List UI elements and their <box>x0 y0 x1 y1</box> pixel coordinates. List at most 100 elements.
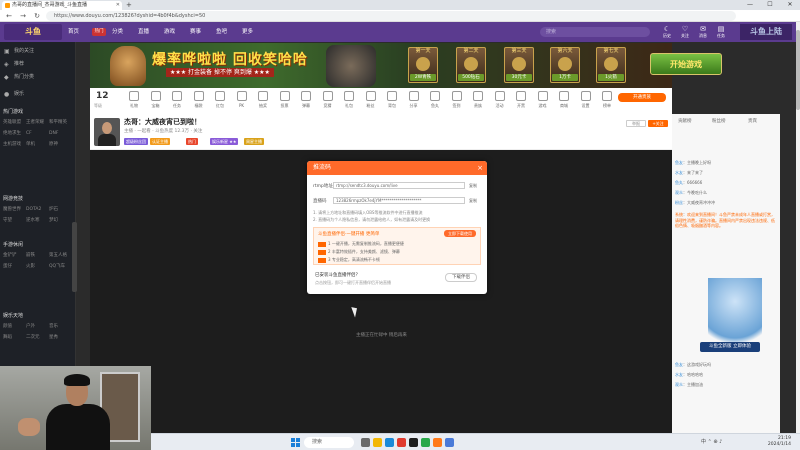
maximize-button[interactable]: ☐ <box>760 0 780 10</box>
toolbar-tool[interactable]: 开黑 <box>511 91 531 113</box>
sidebar-item-hot-category[interactable]: ◆ 热门分类 <box>0 72 76 83</box>
page-scrollbar[interactable] <box>796 22 800 433</box>
sidebar-link[interactable]: 原神 <box>49 140 72 149</box>
toolbar-tool[interactable]: 竞猜 <box>318 91 338 113</box>
new-tab-button[interactable]: + <box>126 0 132 10</box>
badge[interactable]: 认证主播 <box>150 138 170 145</box>
toolbar-tool[interactable]: 宝箱 <box>146 91 166 113</box>
sidebar-link[interactable]: 单机 <box>26 140 49 149</box>
toolbar-tool[interactable]: 签到 <box>447 91 467 113</box>
noble-button[interactable]: 开通贵族 <box>618 93 666 102</box>
sidebar-link[interactable]: 火影 <box>26 262 49 271</box>
toolbar-tool[interactable]: 设置 <box>576 91 596 113</box>
toolbar-tool[interactable]: 投票 <box>275 91 295 113</box>
toolbar-tool[interactable]: 任务 <box>167 91 187 113</box>
follow-button[interactable]: +关注 <box>648 120 668 127</box>
sidebar-link[interactable]: 英雄联盟 <box>3 118 26 127</box>
forward-icon[interactable]: → <box>18 11 28 21</box>
tab-fans[interactable]: 粉丝榜 <box>712 118 726 126</box>
toolbar-tool[interactable]: 礼包 <box>339 91 359 113</box>
sidebar-link[interactable]: QQ飞车 <box>49 262 72 271</box>
sidebar-link[interactable]: 颜值 <box>3 322 26 331</box>
nav-more[interactable]: 更多 <box>242 22 253 42</box>
sidebar-link[interactable]: 舞蹈 <box>3 333 26 342</box>
task-icon[interactable]: ▤ 任务 <box>714 25 728 39</box>
sidebar-link[interactable]: 梦幻 <box>49 216 72 225</box>
chrome-icon[interactable] <box>445 438 454 447</box>
system-tray[interactable]: 中 ⌃ ⊕ ♪ <box>701 438 722 445</box>
download-button[interactable]: 下载伴侣 <box>445 273 477 282</box>
taskbar-clock[interactable]: 21:19 2024/1/14 <box>741 436 791 448</box>
sidebar-link[interactable]: 守望 <box>3 216 26 225</box>
sidebar-link[interactable]: DNF <box>49 129 72 138</box>
nav-esports[interactable]: 赛事 <box>190 22 201 42</box>
nav-yuba[interactable]: 鱼吧 <box>216 22 227 42</box>
sidebar-link[interactable]: 逆水寒 <box>26 216 49 225</box>
obs-icon[interactable] <box>409 438 418 447</box>
sidebar-link[interactable]: 二次元 <box>26 333 49 342</box>
sidebar-link[interactable]: 蛋仔 <box>3 262 26 271</box>
close-icon[interactable]: × <box>477 161 483 175</box>
history-icon[interactable]: ☾ 历史 <box>660 25 674 39</box>
toolbar-tool[interactable]: PK <box>232 91 252 113</box>
minimize-button[interactable]: — <box>740 0 760 10</box>
start-game-button[interactable]: 开始游戏 <box>650 53 722 75</box>
right-logo[interactable]: 斗鱼上陆 <box>740 24 792 40</box>
avatar[interactable] <box>94 118 120 146</box>
sidebar-link[interactable]: DOTA2 <box>26 205 49 214</box>
toolbar-tool[interactable]: 抽奖 <box>253 91 273 113</box>
sidebar-link[interactable]: 崩铁 <box>26 251 49 260</box>
toolbar-tool[interactable]: 游戏 <box>533 91 553 113</box>
ad-banner[interactable]: 爆率哗啦啦 回收笑哈哈 ★★★ 打金装备 掉不停 爽到爆 ★★★ 第一天 2W青铁… <box>90 43 722 88</box>
anime-promo-button[interactable]: 斗鱼全新版 立即体验 <box>700 342 760 352</box>
report-button[interactable]: 举报 <box>626 120 646 127</box>
file-explorer-icon[interactable] <box>373 438 382 447</box>
search-input[interactable]: 搜索 <box>540 27 650 37</box>
sidebar-item-follow[interactable]: ▣ 我的关注 <box>0 46 76 57</box>
close-tab-icon[interactable]: ✕ <box>116 1 120 10</box>
tab-vip[interactable]: 贵宾 <box>748 118 757 126</box>
site-logo[interactable]: 斗鱼 <box>4 24 62 40</box>
toolbar-tool[interactable]: 礼物 <box>124 91 144 113</box>
copy-key-button[interactable]: 复制 <box>469 198 477 204</box>
hot-badge[interactable]: 热门 <box>92 28 106 36</box>
badge[interactable]: 热门 <box>186 138 198 145</box>
badge[interactable]: 超级粉丝团 <box>124 138 148 145</box>
wechat-icon[interactable] <box>421 438 430 447</box>
badge[interactable]: 周星主播 <box>244 138 264 145</box>
sidebar-link[interactable]: 户外 <box>26 322 49 331</box>
nav-home[interactable]: 首页 <box>68 22 79 42</box>
toolbar-tool[interactable]: 分享 <box>404 91 424 113</box>
message-icon[interactable]: ✉ 消息 <box>696 25 710 39</box>
sidebar-link[interactable]: CF <box>26 129 49 138</box>
toolbar-tool[interactable]: 商城 <box>554 91 574 113</box>
toolbar-tool[interactable]: 鱼丸 <box>425 91 445 113</box>
sidebar-link[interactable]: 第五人格 <box>49 251 72 260</box>
follow-icon[interactable]: ♡ 关注 <box>678 25 692 39</box>
sidebar-link[interactable]: 王者荣耀 <box>26 118 49 127</box>
toolbar-tool[interactable]: 背包 <box>382 91 402 113</box>
promo-button[interactable]: 立即下载使用 <box>444 230 476 237</box>
scrollbar-thumb[interactable] <box>796 30 800 110</box>
toolbar-tool[interactable]: 活动 <box>490 91 510 113</box>
edge-icon[interactable] <box>385 438 394 447</box>
toolbar-tool[interactable]: 粉丝 <box>361 91 381 113</box>
sidebar-link[interactable]: 星秀 <box>49 333 72 342</box>
app-icon[interactable] <box>397 438 406 447</box>
close-window-button[interactable]: ✕ <box>780 0 800 10</box>
sidebar-link[interactable]: 绝地求生 <box>3 129 26 138</box>
server-input[interactable]: rtmp://sendtc3.douyu.com/live <box>333 182 465 189</box>
nav-game[interactable]: 游戏 <box>164 22 175 42</box>
sidebar-item-recommend[interactable]: ◈ 推荐 <box>0 59 76 70</box>
sidebar-link[interactable]: 炉石 <box>49 205 72 214</box>
toolbar-tool[interactable]: 榜单 <box>597 91 617 113</box>
sidebar-link[interactable]: 主机游戏 <box>3 140 26 149</box>
toolbar-tool[interactable]: 弹幕 <box>296 91 316 113</box>
sidebar-link[interactable]: 和平精英 <box>49 118 72 127</box>
douyu-icon[interactable] <box>433 438 442 447</box>
browser-tab[interactable]: 杰哥的直播间_杰哥游戏_斗鱼直播 ✕ <box>2 1 122 10</box>
sidebar-item-entertainment[interactable]: ● 娱乐 <box>0 89 76 100</box>
toolbar-tool[interactable]: 红包 <box>210 91 230 113</box>
taskbar-search[interactable]: 搜索 <box>304 437 354 448</box>
badge[interactable]: 娱乐新星 ★★ <box>210 138 239 145</box>
